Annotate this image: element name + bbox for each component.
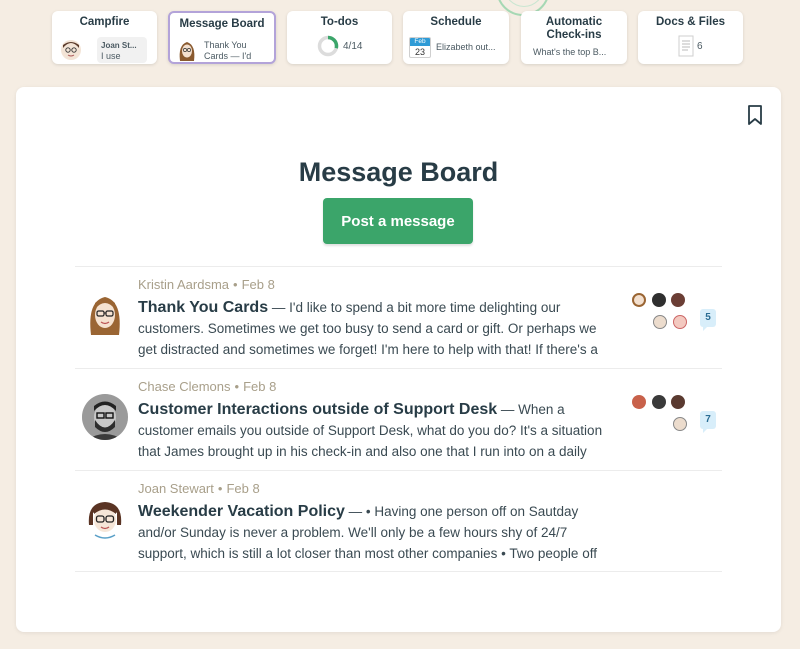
message-subject[interactable]: Weekender Vacation Policy (138, 503, 345, 520)
tool-title: Message Board (179, 18, 265, 30)
boost-avatar (632, 395, 646, 409)
tool-strip: Campfire Joan St... I use Message Board … (52, 11, 752, 65)
comment-count-badge[interactable]: 5 (700, 309, 716, 331)
tool-schedule[interactable]: Schedule Feb 23 Elizabeth out... (403, 11, 509, 64)
boost-avatar (671, 395, 685, 409)
message-subject[interactable]: Thank You Cards (138, 299, 268, 316)
post-date: Feb 8 (226, 481, 260, 496)
message-meta: Kristin Aardsma • Feb 8 (138, 277, 275, 292)
message-body[interactable]: Thank You Cards — I'd like to spend a bi… (138, 297, 618, 361)
message-meta: Chase Clemons • Feb 8 (138, 379, 276, 394)
tool-preview: Thank You Cards — I'd (204, 40, 252, 61)
boost-avatar (652, 395, 666, 409)
message-board-card: Message Board Post a message Kristin Aar… (16, 87, 781, 632)
tool-todos[interactable]: To-dos 4/14 (287, 11, 392, 64)
tool-campfire[interactable]: Campfire Joan St... I use (52, 11, 157, 64)
tool-docs-files[interactable]: Docs & Files 6 (638, 11, 743, 64)
bookmark-icon[interactable] (747, 105, 763, 125)
author-avatar (85, 499, 125, 539)
author-name: Joan Stewart (138, 481, 214, 496)
tool-automatic-checkins[interactable]: Automatic Check-ins What's the top B... (521, 11, 627, 64)
message-meta: Joan Stewart • Feb 8 (138, 481, 260, 496)
boost-avatars (632, 291, 692, 333)
avatar-icon (179, 42, 195, 61)
message-subject[interactable]: Customer Interactions outside of Support… (138, 401, 497, 418)
tool-title: Automatic Check-ins (545, 16, 603, 41)
meta-separator: • (234, 379, 240, 394)
tool-title: To-dos (320, 16, 359, 28)
author-avatar (90, 297, 120, 335)
document-icon (678, 35, 694, 57)
tool-message-board[interactable]: Message Board Thank You Cards — I'd (168, 11, 276, 64)
comment-count-badge[interactable]: 7 (700, 411, 716, 433)
tool-preview: Elizabeth out... (436, 42, 496, 52)
tool-preview: What's the top B... (533, 47, 607, 57)
boost-avatar (673, 315, 687, 329)
author-name: Chase Clemons (138, 379, 231, 394)
boost-avatar (632, 293, 646, 307)
boost-avatar (653, 315, 667, 329)
message-body[interactable]: Customer Interactions outside of Support… (138, 399, 618, 463)
chat-preview: I use (101, 51, 121, 61)
calendar-icon: Feb 23 (409, 37, 431, 58)
tool-title: Campfire (79, 16, 130, 28)
page-title: Message Board (298, 157, 499, 187)
boost-avatar (671, 293, 685, 307)
meta-separator: • (233, 277, 238, 292)
boost-avatars (632, 393, 692, 435)
todo-progress: 4/14 (343, 41, 363, 52)
calendar-month: Feb (410, 38, 430, 46)
message-row[interactable]: Chase Clemons • Feb 8 Customer Interaction… (75, 368, 722, 470)
message-row[interactable]: Joan Stewart • Feb 8 Weekender Vacation Po… (75, 470, 722, 572)
message-list: Kristin Aardsma • Feb 8 Thank You Cards — … (75, 266, 722, 572)
author-name: Kristin Aardsma (138, 277, 230, 292)
chat-author: Joan St... (101, 41, 137, 50)
message-row[interactable]: Kristin Aardsma • Feb 8 Thank You Cards — … (75, 266, 722, 368)
post-date: Feb 8 (243, 379, 277, 394)
docs-count: 6 (697, 41, 703, 52)
boost-avatar (652, 293, 666, 307)
meta-separator: • (217, 481, 223, 496)
tool-title: Schedule (430, 16, 482, 28)
calendar-day: 23 (414, 47, 425, 57)
tool-title: Docs & Files (655, 16, 726, 28)
avatar-icon (61, 40, 81, 60)
post-message-button[interactable]: Post a message (323, 198, 473, 244)
progress-ring-icon (317, 35, 339, 57)
chat-bubble: Joan St... I use (97, 37, 147, 63)
boost-avatar (673, 417, 687, 431)
post-date: Feb 8 (241, 277, 275, 292)
author-avatar (82, 394, 128, 440)
message-body[interactable]: Weekender Vacation Policy — • Having one… (138, 501, 618, 565)
